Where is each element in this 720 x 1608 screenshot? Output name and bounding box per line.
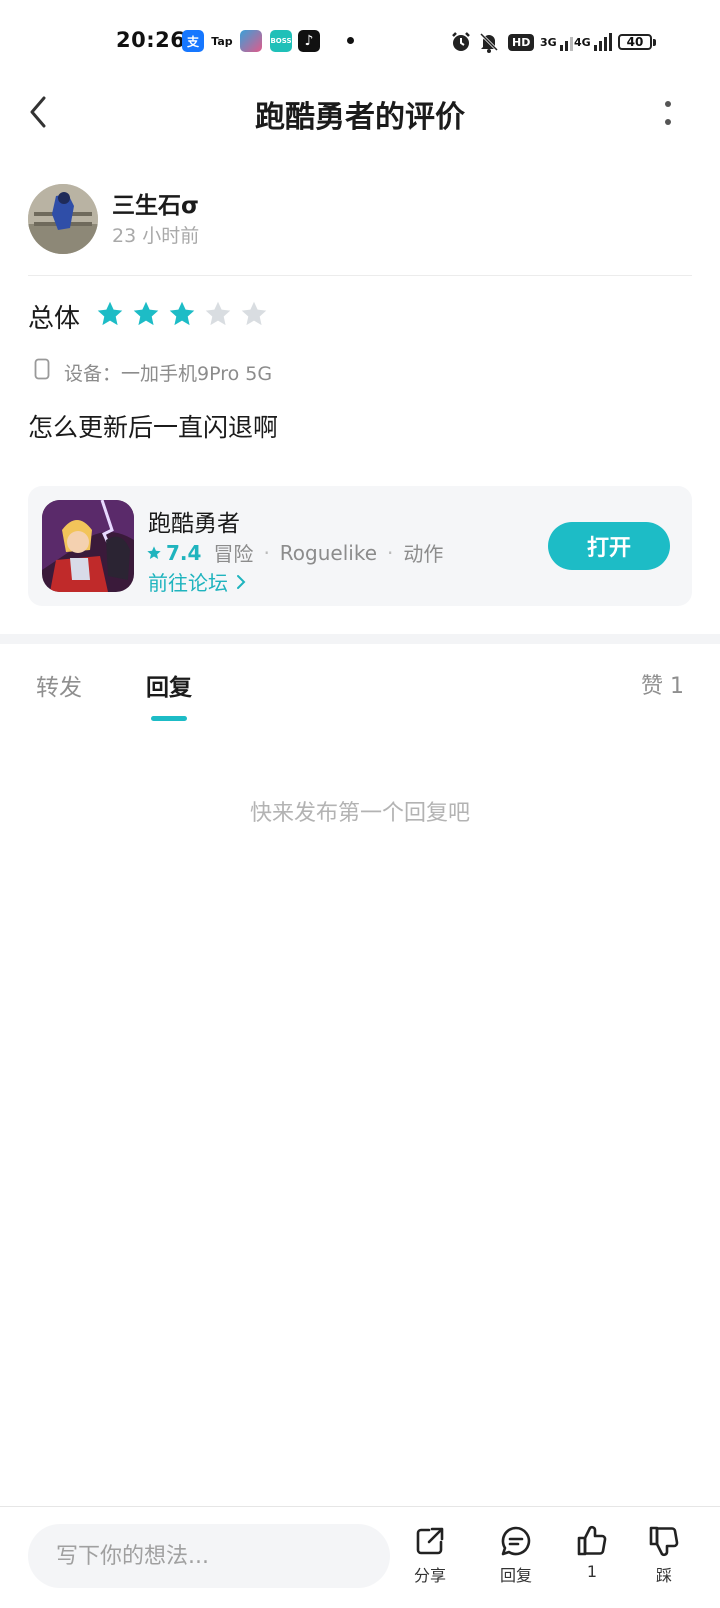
like-button[interactable]: 1 [562, 1524, 622, 1581]
notification-dot [347, 37, 354, 44]
tiktok-icon: ♪ [298, 30, 320, 52]
thumbs-up-icon [577, 1525, 607, 1556]
game-score: 7.4 [166, 540, 202, 565]
likes-count[interactable]: 赞 1 [641, 668, 684, 700]
signal-4g-icon: 4G [574, 30, 615, 54]
share-icon [416, 1527, 444, 1555]
rating-label: 总体 [28, 304, 81, 334]
dislike-button[interactable]: 踩 [634, 1524, 694, 1586]
tag-separator: · [387, 540, 394, 565]
game-tag: 冒险 [213, 542, 254, 566]
star-filled-icon [133, 301, 159, 326]
chevron-right-icon [237, 574, 246, 589]
divider [28, 275, 692, 276]
game-tag: Roguelike [279, 540, 377, 565]
comment-input[interactable] [28, 1524, 390, 1588]
share-label: 分享 [413, 1566, 446, 1585]
device-info: 设备：一加手机9Pro 5G [64, 363, 273, 385]
tag-separator: · [263, 540, 270, 565]
reply-label: 回复 [499, 1566, 532, 1585]
phone-icon [34, 358, 50, 380]
bottom-bar-divider [0, 1506, 720, 1507]
avatar-image [28, 184, 98, 254]
star-filled-icon [97, 301, 123, 326]
signal-3g-icon: 3G [540, 30, 577, 54]
game-name[interactable]: 跑酷勇者 [148, 504, 240, 538]
game-app-icon [240, 30, 262, 52]
game-artwork [42, 500, 134, 592]
mute-bell-icon [478, 30, 500, 54]
more-vertical-icon [665, 101, 671, 125]
review-content: 怎么更新后一直闪退啊 [28, 413, 279, 442]
section-divider [0, 634, 720, 644]
tab-reply[interactable]: 回复 [146, 668, 192, 702]
comment-icon [501, 1526, 531, 1556]
alipay-icon: 支 [182, 30, 204, 52]
avatar[interactable] [28, 184, 98, 254]
reply-button[interactable]: 回复 [486, 1524, 546, 1586]
tab-repost[interactable]: 转发 [36, 668, 82, 702]
author-name[interactable]: 三生石σ [112, 186, 199, 220]
game-meta: 7.4 冒险 · Roguelike · 动作 [146, 538, 443, 567]
like-count: 1 [586, 1562, 598, 1581]
taptap-icon: Tap [211, 34, 233, 48]
status-time: 20:26 [116, 28, 186, 52]
forum-link[interactable]: 前往论坛 [148, 567, 246, 596]
star-empty-icon [205, 301, 231, 326]
score-star-icon [147, 545, 161, 559]
alarm-icon [450, 30, 472, 54]
star-filled-icon [169, 301, 195, 326]
post-time: 23 小时前 [112, 225, 200, 247]
empty-replies-message: 快来发布第一个回复吧 [249, 801, 470, 826]
open-game-button[interactable]: 打开 [548, 522, 670, 570]
boss-app-icon: BOSS [270, 30, 292, 52]
game-tag: 动作 [403, 542, 444, 566]
page-title: 跑酷勇者的评价 [255, 100, 465, 135]
share-button[interactable]: 分享 [400, 1524, 460, 1586]
more-options-button[interactable] [660, 98, 676, 130]
rating-stars [96, 300, 268, 328]
battery-icon: 40 [618, 30, 656, 54]
tab-active-indicator [151, 716, 187, 721]
forum-link-label: 前往论坛 [148, 571, 228, 595]
dislike-label: 踩 [655, 1566, 672, 1585]
thumbs-down-icon [649, 1526, 679, 1557]
star-empty-icon [241, 301, 267, 326]
game-icon[interactable] [42, 500, 134, 592]
hd-icon: HD [508, 30, 535, 54]
